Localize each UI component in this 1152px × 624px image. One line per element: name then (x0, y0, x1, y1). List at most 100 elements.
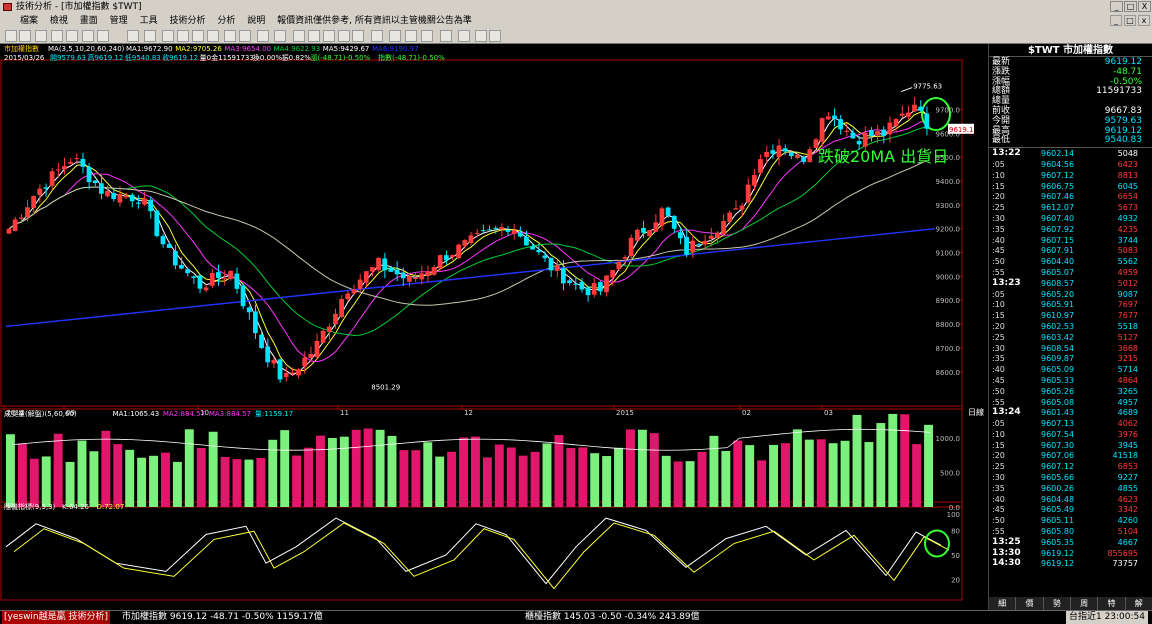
volume-bar[interactable] (53, 433, 63, 507)
volume-bar[interactable] (614, 447, 623, 507)
candle-body[interactable] (653, 222, 659, 232)
volume-bar[interactable] (125, 449, 135, 507)
panel-tab[interactable]: 解 (1126, 597, 1152, 610)
tick-row[interactable]: 14:30 9619.12 73757 (989, 558, 1152, 569)
candle-body[interactable] (246, 307, 252, 313)
candle-body[interactable] (222, 278, 227, 280)
tool-save-icon[interactable] (35, 30, 48, 42)
candle-body[interactable] (49, 171, 55, 186)
tick-row[interactable]: :40 9604.48 4623 (989, 494, 1152, 505)
candle-body[interactable] (55, 169, 61, 171)
tool-arrow-right-icon[interactable] (307, 30, 320, 42)
volume-bar[interactable] (77, 440, 87, 507)
candle-body[interactable] (628, 237, 634, 257)
tick-row[interactable]: :35 9600.26 4855 (989, 483, 1152, 494)
candle-body[interactable] (597, 282, 603, 292)
volume-bar[interactable] (316, 435, 325, 507)
tool-open-icon[interactable] (18, 30, 31, 42)
candle-body[interactable] (234, 273, 240, 289)
candle-body[interactable] (536, 249, 542, 253)
technical-chart[interactable]: 9700.09600.09500.09400.09300.09200.09100… (0, 44, 988, 610)
volume-bar[interactable] (578, 447, 588, 507)
candle-body[interactable] (505, 229, 511, 232)
tool-print-icon[interactable] (97, 30, 110, 42)
candle-body[interactable] (819, 118, 825, 142)
candle-body[interactable] (203, 287, 209, 291)
candle-body[interactable] (604, 275, 609, 293)
candle-body[interactable] (856, 141, 862, 145)
candle-body[interactable] (388, 267, 394, 272)
candle-body[interactable] (838, 119, 843, 130)
candle-body[interactable] (690, 240, 696, 253)
tool-new-icon[interactable] (5, 30, 18, 42)
candle-body[interactable] (142, 198, 147, 205)
volume-bar[interactable] (709, 435, 719, 507)
tool-zoom-out-icon[interactable] (176, 30, 189, 42)
tool-ruler-icon[interactable] (206, 30, 219, 42)
candle-body[interactable] (542, 255, 548, 259)
candle-body[interactable] (480, 230, 486, 232)
tool-zoom-in-icon[interactable] (162, 30, 174, 42)
candle-body[interactable] (413, 277, 418, 279)
volume-bar[interactable] (41, 456, 51, 507)
minimize-button[interactable]: _ (1110, 1, 1123, 12)
tool-text-icon[interactable] (388, 30, 401, 42)
candle-body[interactable] (302, 357, 308, 367)
volume-bar[interactable] (447, 451, 457, 507)
candle-body[interactable] (148, 199, 154, 212)
volume-bar[interactable] (256, 458, 266, 507)
tool-eraser-icon[interactable] (371, 30, 384, 42)
candle-body[interactable] (68, 161, 73, 164)
candle-body[interactable] (123, 195, 129, 198)
candle-body[interactable] (92, 180, 98, 184)
candle-body[interactable] (25, 207, 30, 218)
candle-body[interactable] (154, 210, 160, 237)
tick-row[interactable]: :50 9605.26 3265 (989, 386, 1152, 397)
candle-body[interactable] (782, 148, 788, 152)
candle-body[interactable] (641, 228, 646, 233)
candle-body[interactable] (6, 228, 12, 234)
tool-layout-icon[interactable] (224, 30, 237, 42)
tool-cut-icon[interactable] (51, 30, 64, 42)
volume-bar[interactable] (6, 434, 15, 507)
panel-tab[interactable]: 勢 (1044, 597, 1071, 610)
candle-body[interactable] (185, 269, 190, 274)
candle-body[interactable] (314, 340, 320, 357)
candle-body[interactable] (702, 240, 708, 245)
tick-row[interactable]: :30 9608.54 3668 (989, 343, 1152, 354)
candle-body[interactable] (548, 257, 554, 271)
candle-body[interactable] (394, 269, 400, 275)
tick-row[interactable]: 13:23 9608.57 5012 (989, 278, 1152, 289)
candle-body[interactable] (74, 158, 80, 160)
tick-list[interactable]: 13:22 9602.14 5048:05 9604.56 6423:10 9607.12… (989, 147, 1152, 569)
tick-row[interactable]: :45 9607.91 5083 (989, 245, 1152, 256)
volume-bar[interactable] (339, 436, 349, 507)
tick-row[interactable]: :25 9607.12 6853 (989, 461, 1152, 472)
tick-row[interactable]: :15 9607.30 3945 (989, 440, 1152, 451)
candle-body[interactable] (567, 280, 572, 284)
candle-body[interactable] (524, 236, 529, 246)
volume-bar[interactable] (399, 450, 409, 507)
tick-row[interactable]: 13:24 9601.43 4689 (989, 407, 1152, 418)
volume-bar[interactable] (17, 443, 27, 507)
panel-tab[interactable]: 特 (1098, 597, 1126, 610)
tool-circle-icon[interactable] (421, 30, 434, 42)
tick-row[interactable]: 13:30 9619.12 855695 (989, 548, 1152, 559)
menu-view[interactable]: 檢視 (50, 16, 68, 26)
candle-body[interactable] (795, 154, 800, 158)
tool-draw-icon[interactable] (144, 30, 157, 42)
candle-body[interactable] (179, 264, 184, 269)
volume-bar[interactable] (471, 436, 480, 507)
volume-bar[interactable] (327, 438, 337, 507)
candle-body[interactable] (610, 269, 616, 278)
volume-bar[interactable] (161, 452, 170, 507)
candle-body[interactable] (468, 235, 474, 243)
candle-body[interactable] (135, 202, 141, 204)
candle-body[interactable] (770, 150, 776, 154)
candle-body[interactable] (893, 119, 899, 127)
candle-body[interactable] (99, 183, 104, 194)
candle-body[interactable] (400, 272, 406, 279)
candle-body[interactable] (62, 166, 67, 170)
volume-bar[interactable] (602, 456, 612, 507)
candle-body[interactable] (216, 272, 221, 278)
